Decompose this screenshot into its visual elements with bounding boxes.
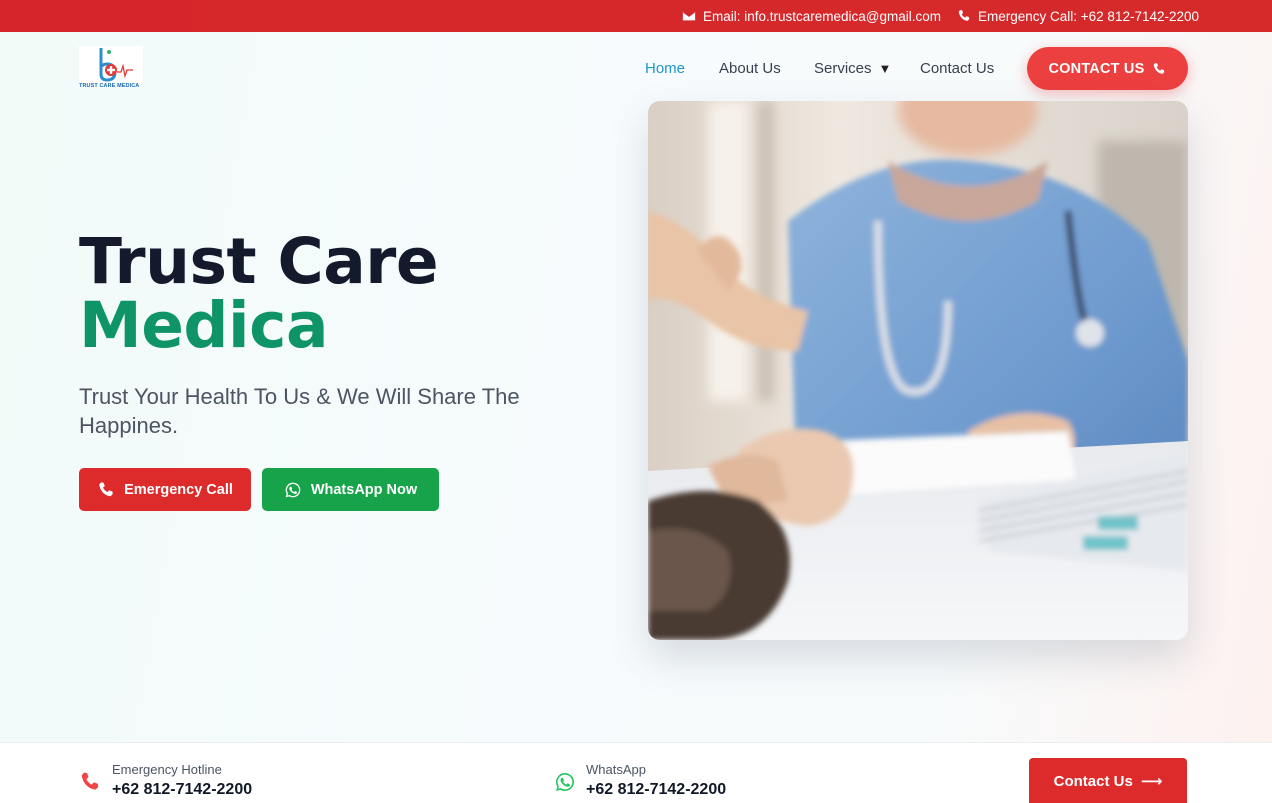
topbar-phone[interactable]: Emergency Call: +62 812-7142-2200 (957, 0, 1199, 32)
hero-title-line1: Trust Care (79, 225, 439, 298)
site-header: TRUST CARE MEDICA Home About Us Services… (0, 32, 1272, 104)
caret-down-icon: ▼ (878, 60, 892, 76)
nav-contact-us[interactable]: Contact Us (920, 32, 994, 104)
topbar-email[interactable]: Email: info.trustcaremedica@gmail.com (682, 0, 941, 32)
arrow-right-icon: ⟶ (1140, 773, 1163, 790)
contact-us-button[interactable]: CONTACT US (1027, 47, 1188, 90)
hero-title-line2: Medica (79, 289, 328, 362)
logo-text: TRUST CARE MEDICA (79, 83, 140, 89)
whatsapp-icon (556, 773, 574, 791)
contact-us-button-label: CONTACT US (1048, 60, 1145, 77)
nav-contact-label: Contact Us (920, 59, 995, 77)
nav-home[interactable]: Home (645, 32, 685, 104)
whatsapp-now-button[interactable]: WhatsApp Now (262, 468, 439, 511)
bottom-contact-us-button[interactable]: Contact Us ⟶ (1029, 758, 1187, 803)
nav-services-label: Services (814, 59, 872, 77)
logo[interactable]: TRUST CARE MEDICA (79, 46, 143, 92)
logo-mark-icon (79, 46, 143, 84)
whatsapp-contact[interactable]: WhatsApp +62 812-7142-2200 (554, 743, 754, 803)
nav-services-dropdown[interactable]: Services ▼ (814, 32, 891, 104)
topbar-phone-text: Emergency Call: +62 812-7142-2200 (978, 8, 1200, 24)
phone-icon (1154, 62, 1165, 74)
nav-home-label: Home (645, 59, 686, 77)
emergency-call-label: Emergency Call (124, 481, 233, 498)
phone-icon (99, 481, 113, 496)
hero-image-doctor-consultation (648, 101, 1188, 640)
whatsapp-number: +62 812-7142-2200 (586, 781, 727, 798)
hero-title: Trust Care Medica (79, 230, 439, 362)
nav-about-us[interactable]: About Us (719, 32, 781, 104)
whatsapp-label: WhatsApp (586, 762, 646, 777)
whatsapp-icon (285, 482, 301, 497)
bottom-contact-bar: Emergency Hotline +62 812-7142-2200 What… (0, 742, 1272, 803)
emergency-hotline-number: +62 812-7142-2200 (112, 781, 253, 798)
nav-about-label: About Us (719, 59, 781, 77)
top-contact-bar: Email: info.trustcaremedica@gmail.com Em… (0, 0, 1272, 32)
phone-icon (958, 10, 970, 21)
bottom-contact-us-label: Contact Us (1053, 772, 1133, 790)
envelope-icon (682, 11, 696, 21)
phone-icon (81, 772, 99, 790)
hero-subtitle: Trust Your Health To Us & We Will Share … (79, 384, 520, 438)
emergency-hotline-label: Emergency Hotline (112, 762, 222, 777)
emergency-hotline[interactable]: Emergency Hotline +62 812-7142-2200 (79, 743, 279, 803)
emergency-call-button[interactable]: Emergency Call (79, 468, 251, 511)
topbar-email-text: Email: info.trustcaremedica@gmail.com (703, 8, 942, 24)
whatsapp-now-label: WhatsApp Now (310, 481, 418, 498)
hero-photo (648, 101, 1188, 640)
